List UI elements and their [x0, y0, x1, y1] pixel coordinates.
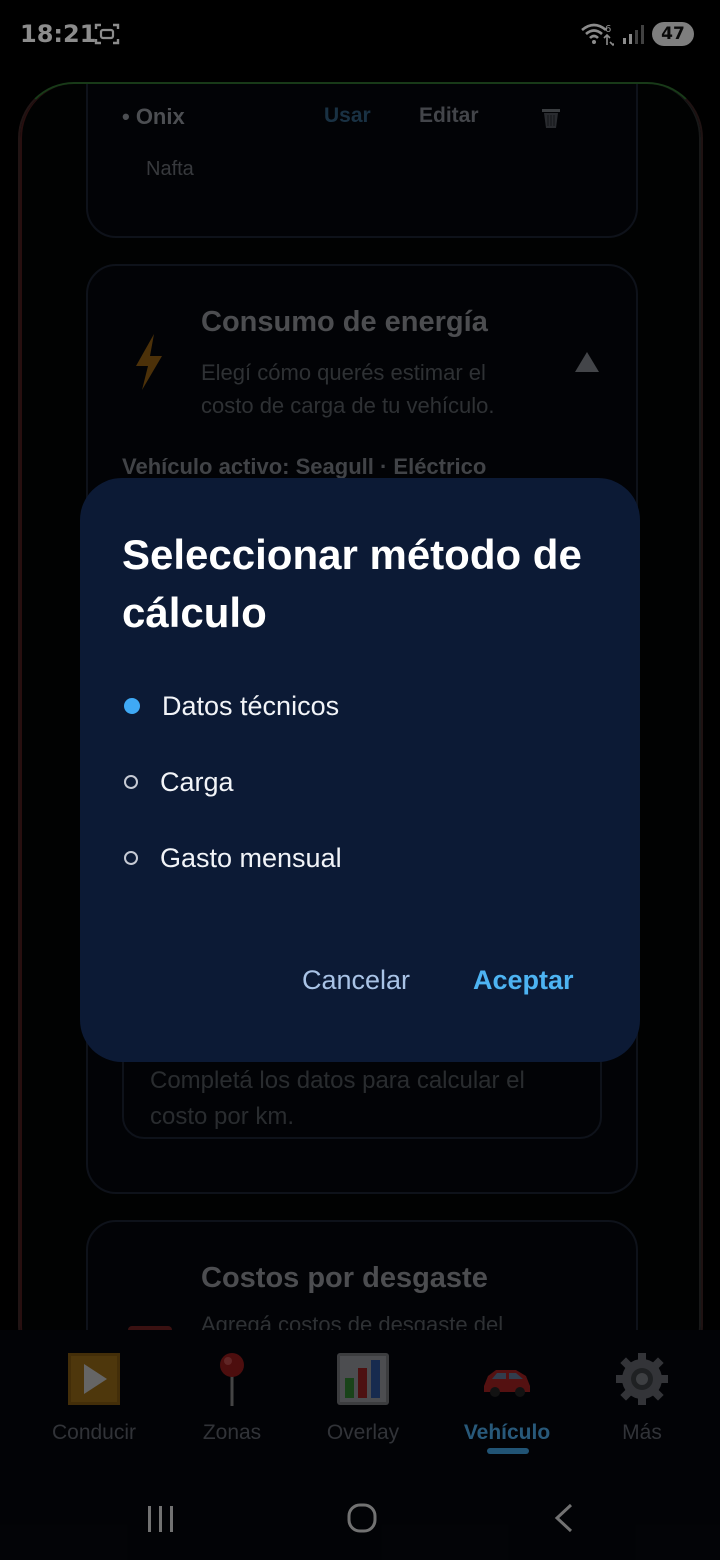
- vehicle-card: • Onix Usar Editar Nafta: [86, 84, 638, 238]
- wifi-icon: 6: [581, 23, 614, 47]
- collapse-arrow-icon[interactable]: [575, 352, 599, 372]
- dialog-title: Seleccionar método de cálculo: [122, 531, 582, 636]
- status-bar: 18:21 6 47: [0, 0, 720, 70]
- wear-title: Costos por desgaste: [201, 1262, 488, 1294]
- radio-unselected-icon[interactable]: [124, 775, 138, 789]
- energy-description: Elegí cómo querés estimar el costo de ca…: [201, 360, 495, 418]
- system-nav-bar: [0, 1460, 720, 1560]
- gear-icon: [616, 1353, 668, 1405]
- active-vehicle-label: Vehículo activo: Seagull · Eléctrico: [122, 454, 487, 479]
- option-carga[interactable]: Carga: [122, 756, 602, 808]
- battery-indicator: 47: [652, 22, 694, 46]
- radio-unselected-icon[interactable]: [124, 851, 138, 865]
- nav-item-vehiculo[interactable]: Vehículo: [442, 1352, 572, 1445]
- status-indicators: 6 47: [580, 20, 694, 48]
- trash-icon[interactable]: [540, 106, 562, 130]
- calculation-method-dialog: Seleccionar método de cálculo Datos técn…: [80, 478, 640, 1062]
- option-label: Carga: [160, 766, 234, 797]
- home-icon[interactable]: [346, 1502, 378, 1534]
- edit-vehicle-button[interactable]: Editar: [419, 104, 479, 128]
- nav-item-zonas[interactable]: Zonas: [167, 1352, 297, 1445]
- vehicle-fuel-type: Nafta: [146, 158, 194, 180]
- nav-label: Más: [622, 1421, 662, 1444]
- option-label: Gasto mensual: [160, 842, 342, 873]
- status-time: 18:21: [20, 20, 97, 48]
- radio-selected-icon[interactable]: [124, 698, 140, 714]
- pin-icon: [220, 1353, 244, 1406]
- cost-hint-text: Completá los datos para calcular el cost…: [150, 1067, 525, 1130]
- active-tab-indicator: [487, 1448, 529, 1454]
- recent-apps-icon[interactable]: [146, 1504, 176, 1534]
- use-vehicle-button[interactable]: Usar: [324, 104, 371, 128]
- screenshot-icon: [94, 23, 120, 45]
- back-icon[interactable]: [552, 1502, 576, 1534]
- nav-item-overlay[interactable]: Overlay: [298, 1352, 428, 1445]
- nav-item-mas[interactable]: Más: [577, 1352, 707, 1445]
- option-gasto-mensual[interactable]: Gasto mensual: [122, 832, 602, 884]
- nav-label: Zonas: [202, 1421, 262, 1444]
- wifi-badge: 6: [605, 24, 611, 35]
- nav-label: Conducir: [51, 1421, 137, 1444]
- energy-title: Consumo de energía: [201, 306, 488, 338]
- bar-chart-icon: [337, 1353, 389, 1405]
- play-icon: [68, 1353, 120, 1405]
- option-label: Datos técnicos: [162, 690, 340, 721]
- lightning-icon: [136, 334, 162, 390]
- nav-item-conducir[interactable]: Conducir: [29, 1352, 159, 1445]
- nav-label: Vehículo: [463, 1421, 551, 1444]
- option-datos-tecnicos[interactable]: Datos técnicos: [122, 680, 602, 732]
- cancel-button[interactable]: Cancelar: [302, 956, 410, 1004]
- vehicle-name: • Onix: [122, 104, 185, 129]
- car-icon: [484, 1370, 530, 1397]
- nav-label: Overlay: [326, 1421, 400, 1444]
- bottom-nav: Conducir Zonas Overlay Vehículo Más: [0, 1330, 720, 1460]
- signal-icon: [623, 25, 644, 44]
- accept-button[interactable]: Aceptar: [473, 956, 574, 1004]
